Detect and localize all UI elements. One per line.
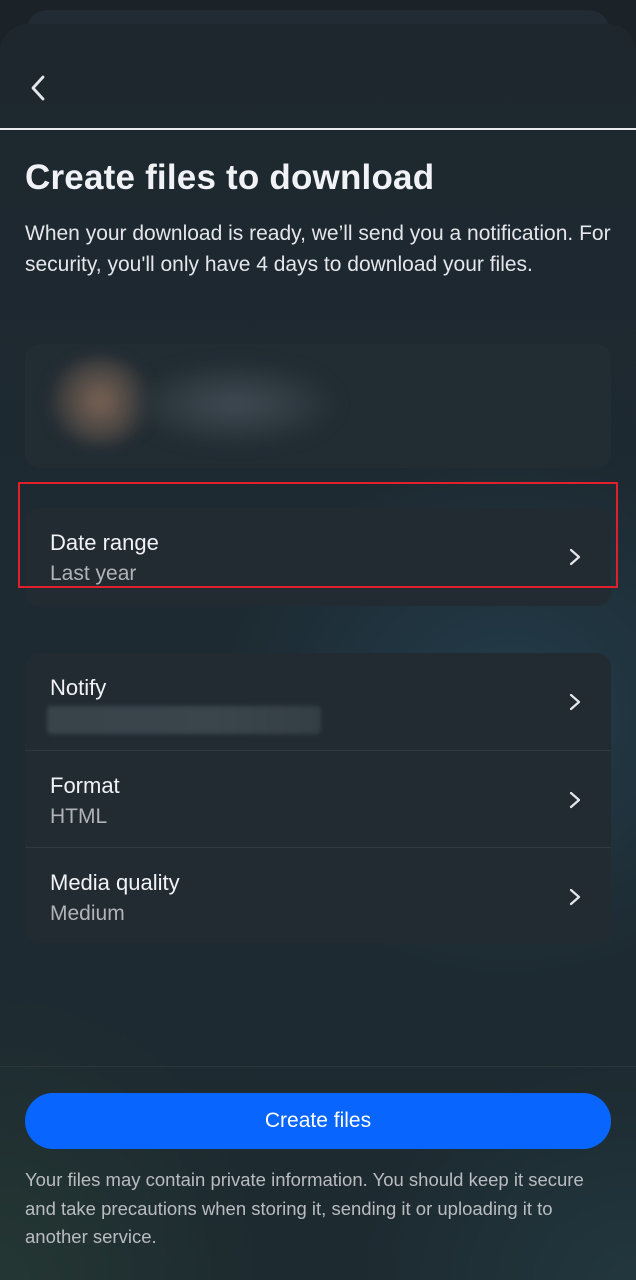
media-quality-row[interactable]: Media quality Medium — [25, 847, 611, 943]
chevron-right-icon — [569, 693, 581, 711]
create-files-button[interactable]: Create files — [25, 1093, 611, 1149]
download-options-group: Notify Format HTML Media quality Medium — [25, 653, 611, 943]
divider — [0, 128, 636, 130]
chevron-right-icon — [569, 888, 581, 906]
notify-value-redacted — [47, 706, 321, 734]
top-bar — [0, 24, 636, 130]
back-button[interactable] — [14, 64, 62, 112]
format-value: HTML — [50, 805, 108, 828]
page-title: Create files to download — [25, 158, 435, 197]
chevron-left-icon — [31, 75, 45, 101]
highlight-box — [18, 482, 618, 588]
media-quality-label: Media quality — [50, 870, 180, 895]
account-name-redacted — [135, 364, 335, 444]
notify-label: Notify — [50, 675, 107, 700]
chevron-right-icon — [569, 791, 581, 809]
format-label: Format — [50, 773, 120, 798]
bottom-sheet: Create files to download When your downl… — [0, 24, 636, 1280]
privacy-note: Your files may contain private informati… — [25, 1169, 584, 1247]
account-card — [25, 344, 611, 468]
page-description: When your download is ready, we’ll send … — [25, 222, 611, 276]
divider — [0, 1066, 636, 1067]
notify-row[interactable]: Notify — [25, 653, 611, 750]
media-quality-value: Medium — [50, 902, 125, 925]
format-row[interactable]: Format HTML — [25, 750, 611, 847]
